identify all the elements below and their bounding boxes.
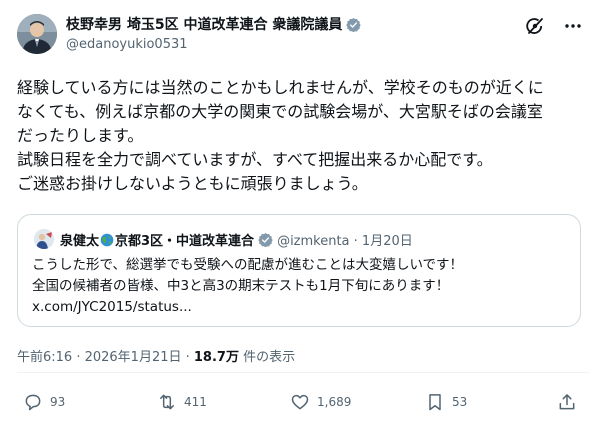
post-line: 経験している方には当然のことかもしれませんが、学校そのものが近くに [17,78,544,97]
globe-icon [100,233,114,247]
repost-count: 411 [184,395,207,409]
share-button[interactable] [557,392,584,412]
verified-badge-icon [346,17,362,32]
quoted-author-name-part1: 泉健太 [60,233,100,249]
verified-badge-icon [258,232,273,247]
post-line: 試験日程を全力で調べていますが、すべて把握出来るか心配です。 [17,150,493,169]
reply-count: 93 [50,395,66,409]
divider [17,372,589,373]
repost-icon [160,394,174,410]
quoted-author-name-part2: 京都3区・中道改革連合 [115,233,255,249]
post-text: 経験している方には当然のことかもしれませんが、学校そのものが近くに なくても、例… [17,76,589,196]
author-handle[interactable]: @edanoyukio0531 [66,37,361,52]
quoted-line: こうした形で、総選挙でも受験への配慮が進むことは大変嬉しいです！ [32,257,464,273]
quoted-line: 全国の候補者の皆様、中3と高3の期末テストも1月下旬にあります！ [32,278,450,294]
bookmark-icon [429,394,441,411]
share-icon [559,394,575,410]
post-line: だったりします。 [17,126,144,145]
post-timestamp[interactable]: 午前6:16 · 2026年1月21日 · [17,350,194,365]
grok-icon[interactable] [525,16,545,36]
quoted-post[interactable]: 泉健太 京都3区・中道改革連合 @izmkenta · 1月20日 こうした形で、… [17,214,581,327]
heart-icon [291,394,309,410]
quoted-post-header: 泉健太 京都3区・中道改革連合 @izmkenta · 1月20日 [34,229,413,249]
view-count: 18.7万 [193,350,239,365]
quoted-author-name: 泉健太 京都3区・中道改革連合 [60,230,254,249]
quoted-author-avatar [34,229,54,249]
reply-icon [25,394,41,411]
author-avatar[interactable] [17,14,57,54]
reply-button[interactable]: 93 [23,392,65,412]
author-block: 枝野幸男 埼玉5区 中道改革連合 衆議院議員 @edanoyukio0531 [66,14,362,52]
bookmark-count: 53 [452,395,468,409]
post-line: ご迷惑お掛けしないようともに頑張りましょう。 [17,174,368,193]
like-count: 1,689 [317,395,352,409]
quoted-author-handle-date: @izmkenta · 1月20日 [277,233,413,249]
quoted-link[interactable]: x.com/JYC2015/status... [32,297,572,318]
author-name[interactable]: 枝野幸男 埼玉5区 中道改革連合 衆議院議員 [66,14,342,34]
post-line: なくても、例えば京都の大学の関東での試験会場が、大宮駅そばの会議室 [17,102,543,121]
view-count-suffix: 件の表示 [238,350,296,365]
post-meta: 午前6:16 · 2026年1月21日 · 18.7万 件の表示 [17,346,295,365]
repost-button[interactable]: 411 [157,392,207,412]
bookmark-button[interactable]: 53 [425,392,467,412]
like-button[interactable]: 1,689 [290,392,351,412]
more-options-icon[interactable] [563,16,583,36]
quoted-post-text: こうした形で、総選挙でも受験への配慮が進むことは大変嬉しいです！ 全国の候補者の… [32,255,572,318]
top-actions [525,16,583,36]
action-bar: 93 411 1,689 53 [0,392,603,422]
